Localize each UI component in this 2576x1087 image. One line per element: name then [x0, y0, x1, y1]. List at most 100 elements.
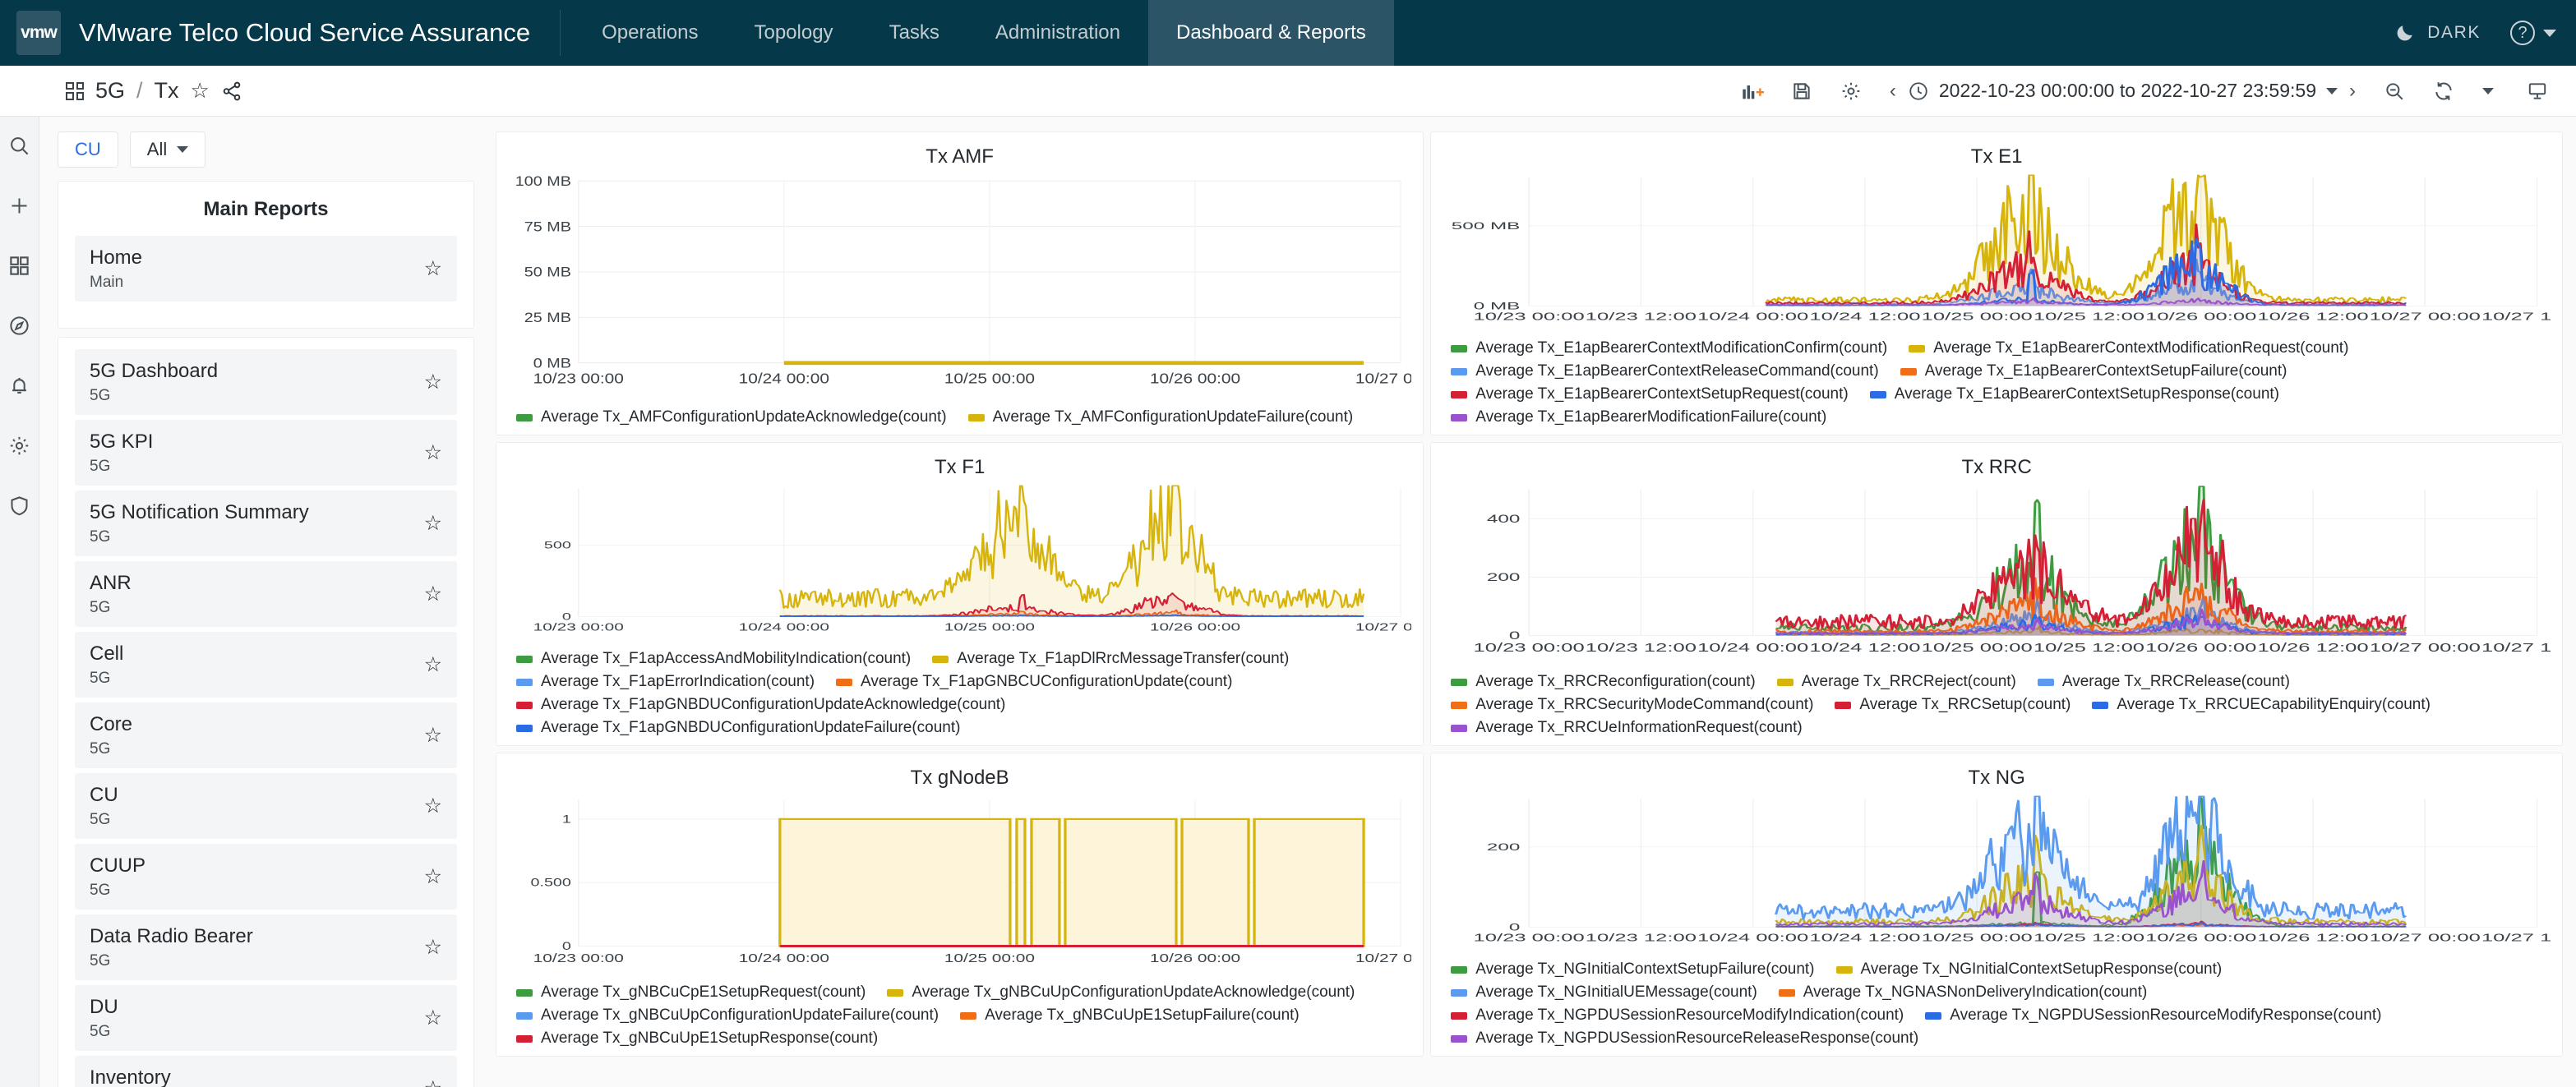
favorite-star-icon[interactable]: ☆	[424, 935, 442, 960]
search-icon[interactable]	[8, 135, 30, 157]
reports-list-panel[interactable]: 5G Dashboard 5G ☆ 5G KPI 5G ☆ 5G Notificatio…	[58, 337, 474, 1087]
presentation-mode-button[interactable]	[2515, 71, 2560, 110]
add-plus-icon[interactable]	[8, 195, 30, 217]
report-category: 5G	[90, 387, 111, 404]
chart-plot-area[interactable]: 0 MB 500 MB 10/23 00:00 10/23 12:00 10/24 00…	[1443, 170, 2551, 334]
report-item-du[interactable]: DU 5G ☆	[75, 985, 457, 1051]
favorite-star-icon[interactable]: ☆	[424, 440, 442, 465]
breadcrumb-root[interactable]: 5G	[95, 78, 125, 104]
legend-item[interactable]: Average Tx_RRCReject(count)	[1776, 673, 2016, 691]
refresh-button[interactable]	[2421, 71, 2466, 110]
favorite-star-icon[interactable]: ☆	[424, 1076, 442, 1087]
legend-item[interactable]: Average Tx_RRCSecurityModeCommand(count)	[1451, 696, 1813, 714]
legend-item[interactable]: Average Tx_F1apGNBDUConfigurationUpdateF…	[516, 719, 960, 737]
legend-item[interactable]: Average Tx_E1apBearerContextSetupRequest…	[1451, 385, 1849, 403]
legend-item[interactable]: Average Tx_NGInitialContextSetupResponse…	[1835, 960, 2222, 979]
time-range-picker[interactable]: ‹ 2022-10-23 00:00:00 to 2022-10-27 23:5…	[1877, 71, 2367, 110]
favorite-star-icon[interactable]: ☆	[424, 723, 442, 748]
legend-item[interactable]: Average Tx_gNBCuUpE1SetupResponse(count)	[516, 1029, 878, 1048]
legend-item[interactable]: Average Tx_NGInitialContextSetupFailure(…	[1451, 960, 1815, 979]
settings-gear-icon[interactable]	[8, 435, 30, 457]
nav-item-administration[interactable]: Administration	[967, 0, 1148, 66]
favorite-star-icon[interactable]: ☆	[424, 511, 442, 536]
legend-item[interactable]: Average Tx_gNBCuUpE1SetupFailure(count)	[960, 1006, 1300, 1025]
legend-item[interactable]: Average Tx_F1apAccessAndMobilityIndicati…	[516, 650, 911, 668]
legend-item[interactable]: Average Tx_RRCUECapabilityEnquiry(count)	[2092, 696, 2431, 714]
report-item-cell[interactable]: Cell 5G ☆	[75, 632, 457, 698]
favorite-star-icon[interactable]: ☆	[424, 370, 442, 394]
legend-item[interactable]: Average Tx_NGPDUSessionResourceReleaseRe…	[1451, 1029, 1918, 1048]
report-item-anr[interactable]: ANR 5G ☆	[75, 561, 457, 627]
legend-item[interactable]: Average Tx_RRCReconfiguration(count)	[1451, 673, 1756, 691]
favorite-star-icon[interactable]: ☆	[191, 78, 210, 104]
share-icon[interactable]	[221, 81, 242, 102]
chart-plot-area[interactable]: 0 200 400 10/23 00:00 10/23 12:00 10/24 00:00…	[1443, 481, 2551, 668]
legend-item[interactable]: Average Tx_gNBCuUpConfigurationUpdateAck…	[887, 983, 1355, 1002]
legend-item[interactable]: Average Tx_E1apBearerModificationFailure…	[1451, 408, 1826, 426]
report-item-home[interactable]: Home Main ☆	[75, 236, 457, 302]
breadcrumb-leaf[interactable]: Tx	[155, 78, 179, 104]
settings-gear-button[interactable]	[1828, 71, 1873, 110]
legend-item[interactable]: Average Tx_E1apBearerContextModification…	[1451, 339, 1887, 357]
legend-item[interactable]: Average Tx_E1apBearerContextSetupFailure…	[1900, 362, 2287, 380]
legend-item[interactable]: Average Tx_AMFConfigurationUpdateFailure…	[967, 408, 1353, 426]
favorite-star-icon[interactable]: ☆	[424, 1006, 442, 1030]
legend-item[interactable]: Average Tx_AMFConfigurationUpdateAcknowl…	[516, 408, 947, 426]
legend-item[interactable]: Average Tx_RRCRelease(count)	[2037, 673, 2290, 691]
legend-item[interactable]: Average Tx_F1apGNBCUConfigurationUpdate(…	[836, 673, 1232, 691]
favorite-star-icon[interactable]: ☆	[424, 256, 442, 281]
legend-item[interactable]: Average Tx_NGPDUSessionResourceModifyInd…	[1451, 1006, 1904, 1025]
legend-item[interactable]: Average Tx_F1apErrorIndication(count)	[516, 673, 815, 691]
legend-item[interactable]: Average Tx_E1apBearerContextReleaseComma…	[1451, 362, 1879, 380]
report-item-5g-dashboard[interactable]: 5G Dashboard 5G ☆	[75, 349, 457, 415]
report-item-5g-notification-summary[interactable]: 5G Notification Summary 5G ☆	[75, 491, 457, 556]
legend-item[interactable]: Average Tx_F1apGNBDUConfigurationUpdateA…	[516, 696, 1005, 714]
legend-item[interactable]: Average Tx_gNBCuUpConfigurationUpdateFai…	[516, 1006, 939, 1025]
legend-item[interactable]: Average Tx_NGNASNonDeliveryIndication(co…	[1778, 983, 2147, 1002]
legend-item[interactable]: Average Tx_NGPDUSessionResourceModifyRes…	[1925, 1006, 2381, 1025]
dashboard-grid-icon[interactable]	[66, 81, 84, 100]
nav-item-dashboard-and-reports[interactable]: Dashboard & Reports	[1147, 0, 1394, 66]
legend-item[interactable]: Average Tx_RRCSetup(count)	[1835, 696, 2070, 714]
filter-chip-cu[interactable]: CU	[58, 131, 118, 168]
security-shield-icon[interactable]	[8, 495, 30, 517]
time-range-value[interactable]: 2022-10-23 00:00:00 to 2022-10-27 23:59:…	[1929, 80, 2326, 102]
legend-item[interactable]: Average Tx_E1apBearerContextSetupRespons…	[1869, 385, 2279, 403]
report-item-5g-kpi[interactable]: 5G KPI 5G ☆	[75, 420, 457, 486]
chevron-down-icon[interactable]	[2326, 87, 2338, 94]
filter-chip-all[interactable]: All	[129, 131, 206, 168]
chart-plot-area[interactable]: 0 200 10/23 00:00 10/23 12:00 10/24 00:00 10/…	[1443, 791, 2551, 956]
report-item-core[interactable]: Core 5G ☆	[75, 702, 457, 768]
save-button[interactable]	[1779, 71, 1824, 110]
legend-item[interactable]: Average Tx_F1apDlRrcMessageTransfer(coun…	[932, 650, 1289, 668]
add-widget-button[interactable]	[1729, 71, 1775, 110]
notifications-bell-icon[interactable]	[8, 375, 30, 397]
report-item-cuup[interactable]: CUUP 5G ☆	[75, 844, 457, 910]
legend-item[interactable]: Average Tx_gNBCuCpE1SetupRequest(count)	[516, 983, 866, 1002]
favorite-star-icon[interactable]: ☆	[424, 864, 442, 889]
chart-plot-area[interactable]: 0 0.500 1 10/23 00:00 10/24 00:00 10/25 00:00…	[508, 791, 1411, 979]
legend-item[interactable]: Average Tx_RRCUeInformationRequest(count…	[1451, 719, 1803, 737]
zoom-out-button[interactable]	[2372, 71, 2417, 110]
chart-plot-area[interactable]: 0 500 10/23 00:00 10/24 00:00 10/25 00:00 10/…	[508, 481, 1411, 645]
report-item-cu[interactable]: CU 5G ☆	[75, 773, 457, 839]
refresh-interval-dropdown[interactable]	[2466, 71, 2510, 110]
report-item-data-radio-bearer[interactable]: Data Radio Bearer 5G ☆	[75, 914, 457, 980]
favorite-star-icon[interactable]: ☆	[424, 652, 442, 677]
dashboards-grid-icon[interactable]	[8, 255, 30, 277]
legend-item[interactable]: Average Tx_NGInitialUEMessage(count)	[1451, 983, 1757, 1002]
chart-plot-area[interactable]: 0 MB 25 MB 50 MB 75 MB 100 MB 10/23 00:00 10/2…	[508, 170, 1411, 403]
favorite-star-icon[interactable]: ☆	[424, 794, 442, 818]
favorite-star-icon[interactable]: ☆	[424, 582, 442, 606]
dark-mode-toggle[interactable]: DARK	[2394, 22, 2481, 44]
nav-item-operations[interactable]: Operations	[574, 0, 726, 66]
prev-range-button[interactable]: ‹	[1878, 80, 1908, 103]
svg-text:10/27 12:00: 10/27 12:00	[2481, 642, 2551, 655]
next-range-button[interactable]: ›	[2338, 80, 2367, 103]
nav-item-tasks[interactable]: Tasks	[861, 0, 967, 66]
help-menu[interactable]: ?	[2510, 21, 2556, 45]
nav-item-topology[interactable]: Topology	[726, 0, 861, 66]
legend-item[interactable]: Average Tx_E1apBearerContextModification…	[1909, 339, 2348, 357]
explore-compass-icon[interactable]	[8, 315, 30, 337]
report-item-inventory[interactable]: Inventory5G☆	[75, 1056, 457, 1087]
